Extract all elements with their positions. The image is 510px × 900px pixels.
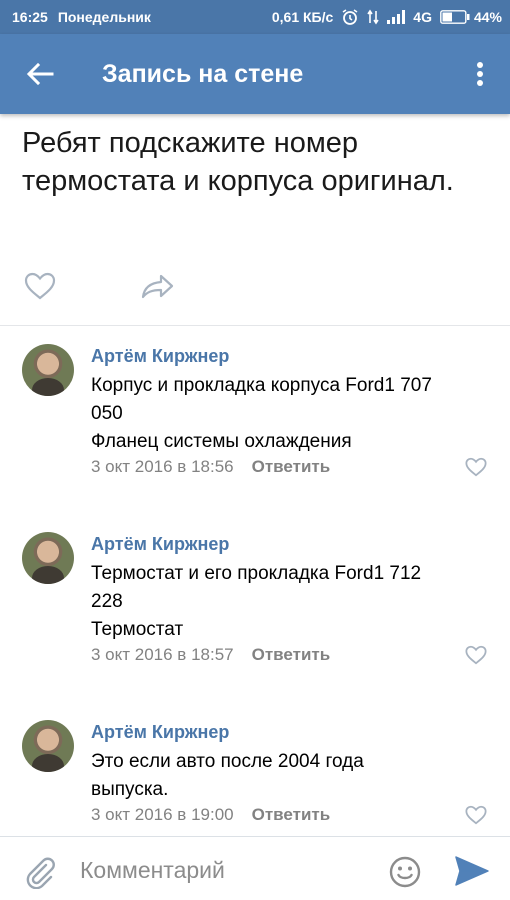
reply-button[interactable]: Ответить (252, 805, 331, 825)
comment-input-bar (0, 836, 510, 900)
data-transfer-icon (367, 9, 379, 25)
battery-percent: 44% (473, 9, 502, 25)
comment-item: Артём Киржнер Корпус и прокладка корпуса… (0, 344, 510, 494)
post-actions (22, 268, 176, 304)
emoji-button[interactable] (388, 855, 422, 889)
comment-text: Термостат и его прокладка Ford1 712 228 … (91, 560, 491, 644)
heart-icon (465, 457, 487, 477)
arrow-left-icon (26, 62, 54, 86)
post-share-button[interactable] (140, 268, 176, 304)
avatar[interactable] (22, 532, 74, 584)
page-title: Запись на стене (102, 59, 304, 88)
post-divider (0, 325, 510, 326)
comment-date: 3 окт 2016 в 19:00 (91, 805, 234, 824)
attach-button[interactable] (22, 855, 56, 890)
status-bar: 16:25 Понедельник 0,61 КБ/с 4G 44% (0, 0, 510, 34)
status-day: Понедельник (57, 9, 151, 25)
post-like-button[interactable] (22, 268, 58, 304)
comment-like-button[interactable] (464, 455, 488, 479)
comment-text-line: 228 (91, 591, 123, 612)
comment-meta: 3 окт 2016 в 18:57 Ответить (91, 645, 330, 665)
comment-author[interactable]: Артём Киржнер (91, 346, 229, 367)
smiley-icon (389, 856, 421, 888)
share-arrow-icon (141, 274, 174, 299)
reply-button[interactable]: Ответить (252, 457, 331, 477)
more-options-button[interactable] (450, 34, 510, 114)
post-text: Ребят подскажите номер термостата и корп… (22, 127, 454, 197)
battery-icon (440, 10, 470, 24)
send-button[interactable] (454, 855, 490, 889)
avatar[interactable] (22, 344, 74, 396)
comment-date: 3 окт 2016 в 18:56 (91, 457, 234, 476)
comment-meta: 3 окт 2016 в 19:00 Ответить (91, 805, 330, 825)
more-vertical-icon (477, 62, 483, 86)
comment-author[interactable]: Артём Киржнер (91, 534, 229, 555)
comment-like-button[interactable] (464, 803, 488, 827)
signal-icon (387, 10, 406, 24)
battery-indicator: 44% (440, 9, 502, 25)
comment-text-line: Фланец системы охлаждения (91, 431, 352, 452)
comment-text-line: Термостат (91, 619, 184, 640)
paperclip-icon (26, 857, 55, 890)
comment-text-line: Это если авто после 2004 года (91, 751, 364, 772)
comment-item: Артём Киржнер Термостат и его прокладка … (0, 532, 510, 682)
avatar[interactable] (22, 720, 74, 772)
app-toolbar: Запись на стене (0, 34, 510, 114)
comment-date: 3 окт 2016 в 18:57 (91, 645, 234, 664)
comment-text: Это если авто после 2004 года выпуска. (91, 748, 491, 804)
comment-like-button[interactable] (464, 643, 488, 667)
status-time: 16:25 (12, 9, 48, 25)
back-button[interactable] (0, 34, 80, 114)
send-icon (455, 856, 489, 886)
comment-meta: 3 окт 2016 в 18:56 Ответить (91, 457, 330, 477)
comment-text-line: выпуска. (91, 779, 169, 800)
comment-text-line: 050 (91, 403, 123, 424)
comment-text-line: Корпус и прокладка корпуса Ford1 707 (91, 375, 432, 396)
heart-icon (465, 645, 487, 665)
reply-button[interactable]: Ответить (252, 645, 331, 665)
heart-icon (465, 805, 487, 825)
comment-input[interactable] (80, 855, 370, 885)
comment-text: Корпус и прокладка корпуса Ford1 707 050… (91, 372, 491, 456)
alarm-icon (341, 8, 359, 26)
comment-text-line: Термостат и его прокладка Ford1 712 (91, 563, 422, 584)
status-network: 4G (413, 9, 432, 25)
comment-author[interactable]: Артём Киржнер (91, 722, 229, 743)
heart-icon (24, 272, 56, 300)
status-speed: 0,61 КБ/с (271, 9, 334, 25)
